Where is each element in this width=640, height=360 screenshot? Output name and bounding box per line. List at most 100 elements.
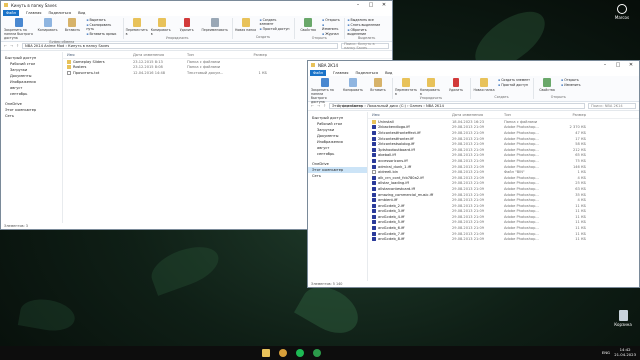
image-file-icon: [372, 220, 376, 225]
spotify-icon[interactable]: [296, 349, 304, 357]
file-date: 29.08.2013 21:09: [452, 130, 485, 135]
back-arrow-icon[interactable]: ←: [311, 104, 314, 108]
tray-lang[interactable]: ENG: [602, 350, 610, 355]
explorer-window-nba2k14[interactable]: NBA 2K14 – □ ✕ Файл Главная Поделиться В…: [307, 60, 640, 288]
title-bar[interactable]: Кинуть в папку Saves – □ ✕: [1, 1, 392, 9]
clock-date: 21.04.2023: [614, 352, 636, 357]
move-to-button[interactable]: Переместить в: [395, 78, 417, 96]
new-item-button[interactable]: Создать элемент: [259, 18, 291, 26]
column-type[interactable]: Тип: [504, 113, 560, 117]
new-folder-button[interactable]: Новая папка: [235, 18, 257, 35]
cut-button[interactable]: Вырезать: [86, 18, 119, 22]
copy-path-button[interactable]: Скопировать путь: [86, 23, 119, 31]
rename-button[interactable]: Переименовать: [201, 18, 229, 36]
column-headers: Имя Дата изменения Тип Размер: [368, 112, 639, 119]
edit-button[interactable]: Изменить: [322, 23, 341, 31]
easy-access-button[interactable]: Простой доступ: [498, 83, 530, 87]
move-icon: [132, 18, 141, 27]
copy-to-button[interactable]: Копировать в: [151, 18, 173, 36]
file-size: 17 КБ: [575, 136, 586, 141]
file-name: aidreeli.bin: [378, 170, 398, 175]
tab-file[interactable]: Файл: [3, 9, 19, 16]
close-button[interactable]: ✕: [626, 62, 636, 68]
paste-shortcut-button[interactable]: Вставить ярлык: [86, 32, 119, 36]
new-folder-icon: [480, 78, 488, 87]
column-size[interactable]: Размер: [560, 113, 590, 117]
column-name[interactable]: Имя: [63, 53, 133, 57]
copy-to-button[interactable]: Копировать в: [420, 78, 442, 96]
copy-button[interactable]: Копировать: [342, 78, 364, 104]
properties-button[interactable]: Свойства: [536, 78, 558, 95]
paste-button[interactable]: Вставить: [367, 78, 389, 104]
properties-button[interactable]: Свойства: [297, 18, 319, 36]
column-size[interactable]: Размер: [243, 53, 271, 57]
app-icon[interactable]: [313, 349, 321, 357]
new-item-button[interactable]: Создать элемент: [498, 78, 530, 82]
paste-button[interactable]: Вставить: [62, 18, 84, 40]
nav-network[interactable]: Сеть: [308, 173, 367, 179]
back-arrow-icon[interactable]: ←: [4, 44, 7, 48]
search-input[interactable]: Поиск: NBA 2K14: [588, 103, 636, 109]
pin-button[interactable]: Закрепить на панели быстрого доступа: [311, 78, 339, 104]
column-type[interactable]: Тип: [187, 53, 243, 57]
user-icon: [617, 4, 627, 14]
tab-share[interactable]: Поделиться: [355, 71, 378, 75]
minimize-button[interactable]: –: [353, 2, 363, 8]
copy-button[interactable]: Копировать: [37, 18, 59, 40]
search-input[interactable]: Поиск: Кинуть в папку Saves: [341, 42, 389, 50]
forward-arrow-icon[interactable]: →: [10, 44, 13, 48]
address-path[interactable]: Этот компьютер › Локальный диск (C:) › G…: [329, 103, 585, 109]
ribbon-group-open: Свойства Открыть Изменить Журнал Открыть: [297, 18, 346, 40]
nav-september[interactable]: сентябрь: [1, 91, 62, 97]
tab-view[interactable]: Вид: [385, 71, 392, 75]
nav-network[interactable]: Сеть: [1, 113, 62, 119]
move-to-button[interactable]: Переместить в: [126, 18, 148, 36]
title-bar[interactable]: NBA 2K14 – □ ✕: [308, 61, 639, 69]
user-desktop-icon[interactable]: Marcos: [610, 4, 634, 20]
file-type: Текстовый докум...: [187, 70, 224, 75]
browser-icon[interactable]: [279, 349, 287, 357]
tab-file[interactable]: Файл: [310, 69, 326, 76]
delete-button[interactable]: Удалить: [445, 78, 467, 96]
tab-share[interactable]: Поделиться: [48, 11, 71, 15]
maximize-button[interactable]: □: [613, 62, 623, 68]
close-button[interactable]: ✕: [379, 2, 389, 8]
file-explorer-icon[interactable]: [262, 349, 270, 357]
file-name-cell: and1cdeb_6.iff: [368, 226, 452, 231]
move-icon: [402, 78, 410, 87]
up-arrow-icon[interactable]: ↑: [16, 44, 19, 48]
delete-button[interactable]: Удалить: [176, 18, 198, 36]
file-row[interactable]: and1cdeb_8.iff 29.08.2013 21:09 Adobe Phot…: [368, 236, 639, 242]
tab-view[interactable]: Вид: [78, 11, 85, 15]
select-all-button[interactable]: Выделить все: [347, 18, 386, 22]
column-date[interactable]: Дата изменения: [133, 53, 187, 57]
recycle-bin-desktop-icon[interactable]: Корзина: [610, 310, 636, 327]
column-date[interactable]: Дата изменения: [452, 113, 504, 117]
tab-home[interactable]: Главная: [333, 71, 349, 75]
new-folder-button[interactable]: Новая папка: [473, 78, 495, 95]
tab-home[interactable]: Главная: [26, 11, 42, 15]
forward-arrow-icon[interactable]: →: [317, 104, 320, 108]
file-date: 29.08.2013 21:09: [452, 175, 485, 180]
minimize-button[interactable]: –: [600, 62, 610, 68]
file-date: 29.08.2013 21:09: [452, 170, 485, 175]
edit-button[interactable]: Изменить: [561, 83, 580, 87]
pin-button[interactable]: Закрепить на панели быстрого доступа: [4, 18, 34, 40]
clock[interactable]: 14:42 21.04.2023: [614, 347, 636, 357]
select-none-button[interactable]: Снять выделение: [347, 23, 386, 27]
file-name: allstar_loading.iff: [378, 181, 409, 186]
invert-selection-button[interactable]: Обратить выделение: [347, 28, 386, 36]
address-path[interactable]: NBA 2K14 Anime Mod › Кинуть в папку Save…: [22, 43, 338, 49]
image-file-icon: [372, 231, 376, 236]
maximize-button[interactable]: □: [366, 2, 376, 8]
open-button[interactable]: Открыть: [561, 78, 581, 82]
nav-september[interactable]: сентябрь: [308, 151, 367, 157]
up-arrow-icon[interactable]: ↑: [323, 104, 326, 108]
open-button[interactable]: Открыть: [322, 18, 341, 22]
image-file-icon: [372, 203, 376, 208]
image-file-icon: [372, 209, 376, 214]
column-name[interactable]: Имя: [368, 113, 452, 117]
file-date: 29.08.2013 21:09: [452, 198, 485, 203]
folder-icon: [67, 59, 71, 64]
easy-access-button[interactable]: Простой доступ: [259, 27, 291, 31]
